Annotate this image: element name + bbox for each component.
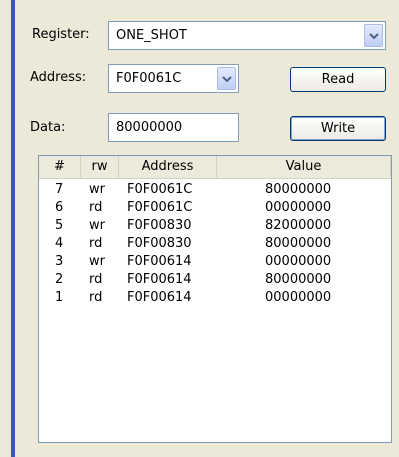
data-input-value: 80000000 (116, 120, 183, 135)
read-button[interactable]: Read (290, 67, 386, 92)
column-header-rw[interactable]: rw (81, 156, 119, 178)
row-value: 00000000 (265, 290, 332, 305)
column-header-number[interactable]: # (39, 156, 81, 178)
row-address: F0F00830 (127, 236, 192, 251)
row-number: 5 (55, 218, 64, 233)
table-row[interactable]: 2 rd F0F00614 80000000 (39, 271, 391, 289)
chevron-down-icon (369, 33, 379, 40)
register-label: Register: (32, 27, 90, 42)
panel-accent-bar (11, 0, 15, 457)
row-value: 82000000 (265, 218, 332, 233)
register-dropdown-value: ONE_SHOT (116, 28, 187, 43)
row-rw: wr (89, 182, 105, 197)
column-header-address[interactable]: Address (119, 156, 217, 178)
table-row[interactable]: 4 rd F0F00830 80000000 (39, 235, 391, 253)
row-number: 7 (55, 182, 64, 197)
row-rw: rd (89, 272, 103, 287)
register-dropdown-button[interactable] (364, 24, 383, 47)
transaction-log-list[interactable]: # rw Address Value 7 wr F0F0061C 80000000 6 r… (38, 155, 392, 443)
list-header: # rw Address Value (39, 156, 391, 179)
row-value: 00000000 (265, 254, 332, 269)
table-row[interactable]: 7 wr F0F0061C 80000000 (39, 181, 391, 199)
row-value: 00000000 (265, 200, 332, 215)
row-number: 6 (55, 200, 64, 215)
table-row[interactable]: 3 wr F0F00614 00000000 (39, 253, 391, 271)
table-row[interactable]: 1 rd F0F00614 00000000 (39, 289, 391, 307)
data-input[interactable]: 80000000 (108, 113, 239, 142)
row-value: 80000000 (265, 272, 332, 287)
row-address: F0F00614 (127, 254, 192, 269)
row-rw: rd (89, 200, 103, 215)
row-number: 1 (55, 290, 64, 305)
address-dropdown-value: F0F0061C (116, 71, 182, 86)
row-rw: rd (89, 290, 103, 305)
row-address: F0F00614 (127, 290, 192, 305)
row-number: 4 (55, 236, 64, 251)
row-rw: rd (89, 236, 103, 251)
address-dropdown-button[interactable] (217, 67, 236, 90)
table-row[interactable]: 6 rd F0F0061C 00000000 (39, 199, 391, 217)
row-address: F0F0061C (127, 200, 193, 215)
register-access-panel: Register: ONE_SHOT Address: F0F0061C Rea… (0, 0, 399, 457)
row-rw: wr (89, 254, 105, 269)
row-rw: wr (89, 218, 105, 233)
row-value: 80000000 (265, 182, 332, 197)
row-address: F0F00830 (127, 218, 192, 233)
list-rows: 7 wr F0F0061C 80000000 6 rd F0F0061C 00000000 5 w… (39, 181, 391, 307)
column-header-value[interactable]: Value (217, 156, 391, 178)
row-address: F0F00614 (127, 272, 192, 287)
row-number: 3 (55, 254, 64, 269)
address-label: Address: (30, 70, 87, 85)
row-address: F0F0061C (127, 182, 193, 197)
write-button[interactable]: Write (290, 116, 386, 141)
row-value: 80000000 (265, 236, 332, 251)
row-number: 2 (55, 272, 64, 287)
chevron-down-icon (222, 76, 232, 83)
register-dropdown[interactable]: ONE_SHOT (108, 21, 386, 50)
data-label: Data: (30, 120, 66, 135)
address-dropdown[interactable]: F0F0061C (108, 64, 239, 93)
table-row[interactable]: 5 wr F0F00830 82000000 (39, 217, 391, 235)
